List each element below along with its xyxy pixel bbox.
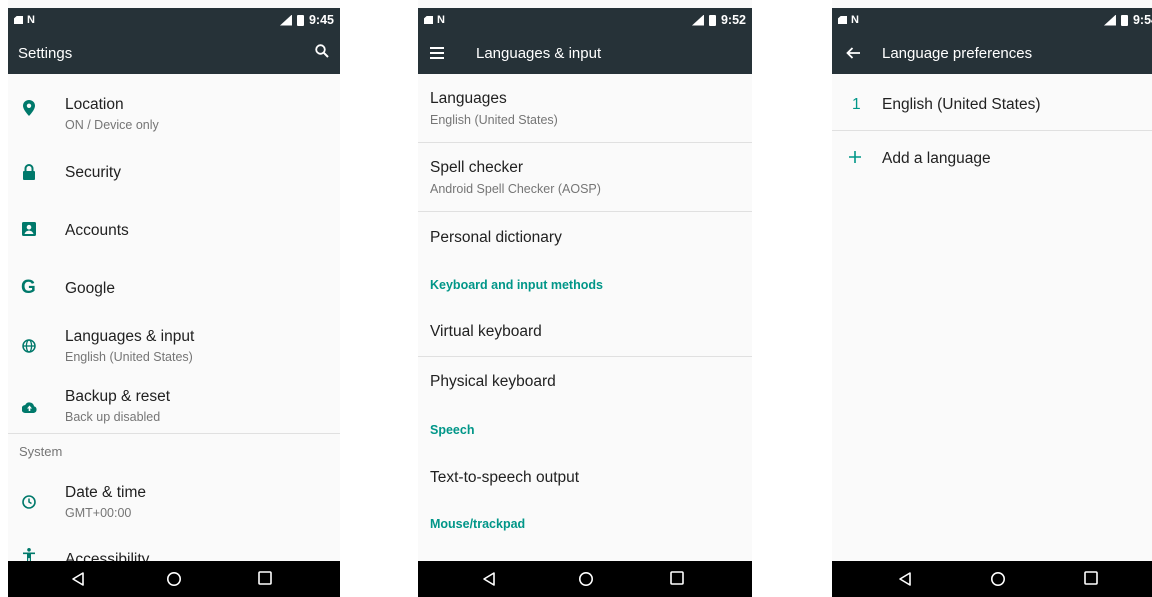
home-nav-icon[interactable]: [578, 571, 594, 592]
pref-title: Virtual keyboard: [430, 323, 542, 340]
pref-title: Physical keyboard: [430, 373, 556, 390]
status-bar: N 9:45: [8, 8, 340, 34]
languages-input-screen: N 9:52 Languages & input Languages Engli…: [418, 0, 752, 597]
pref-languages[interactable]: Languages English (United States): [418, 74, 752, 142]
clock-time: 9:54: [1132, 13, 1152, 27]
page-title: Language preferences: [882, 45, 1033, 62]
settings-item-security[interactable]: Security: [8, 150, 340, 196]
battery-icon: [296, 14, 304, 26]
settings-screen: N 9:45 Settings Location ON / Device onl…: [8, 0, 340, 597]
navigation-bar: [8, 561, 340, 597]
globe-icon: [22, 339, 36, 358]
settings-item-languages-input[interactable]: Languages & input English (United States…: [8, 320, 340, 372]
settings-item-title: Languages & input: [65, 328, 195, 345]
navigation-bar: [418, 561, 752, 597]
lock-icon: [22, 164, 36, 185]
google-g-icon: G: [21, 277, 36, 298]
settings-item-location[interactable]: Location ON / Device only: [8, 88, 340, 140]
clock-icon: [22, 495, 36, 514]
sim-card-icon: [424, 16, 433, 24]
back-nav-icon[interactable]: [71, 571, 85, 592]
add-language-button[interactable]: Add a language: [832, 131, 1152, 183]
battery-icon: [708, 14, 716, 26]
status-bar: N 9:54: [832, 8, 1152, 34]
back-arrow-icon[interactable]: [846, 46, 860, 64]
recents-nav-icon[interactable]: [1084, 571, 1098, 590]
clock-time: 9:52: [720, 13, 746, 27]
keyboard-section-header: Keyboard and input methods: [430, 278, 603, 292]
settings-item-subtitle: English (United States): [65, 350, 193, 364]
settings-item-title: Location: [65, 96, 124, 113]
page-title: Settings: [18, 45, 73, 62]
mouse-section-header: Mouse/trackpad: [430, 517, 526, 531]
settings-item-accessibility[interactable]: Accessibility: [8, 546, 340, 561]
sim-card-icon: [838, 16, 847, 24]
settings-list: Location ON / Device only Security Accou…: [8, 74, 340, 561]
status-bar: N 9:52: [418, 8, 752, 34]
cloud-upload-icon: [21, 400, 37, 418]
divider: [8, 433, 340, 434]
settings-item-title: Security: [65, 164, 121, 181]
page-title: Languages & input: [476, 45, 602, 62]
signal-icon: [691, 14, 704, 26]
languages-input-list: Languages English (United States) Spell …: [418, 74, 752, 561]
settings-item-backup-reset[interactable]: Backup & reset Back up disabled: [8, 380, 340, 432]
recents-nav-icon[interactable]: [670, 571, 684, 590]
settings-item-title: Google: [65, 280, 115, 297]
language-name: English (United States): [882, 96, 1041, 113]
location-pin-icon: [22, 100, 36, 121]
system-section-header: System: [19, 444, 63, 459]
pref-title: Languages: [430, 90, 507, 107]
settings-item-title: Accessibility: [65, 551, 150, 561]
pref-subtitle: Android Spell Checker (AOSP): [430, 182, 601, 196]
settings-item-subtitle: ON / Device only: [65, 118, 159, 132]
accessibility-icon: [22, 548, 36, 561]
pref-text-to-speech[interactable]: Text-to-speech output: [418, 452, 752, 502]
navigation-bar: [832, 561, 1152, 597]
back-nav-icon[interactable]: [898, 571, 912, 592]
nfc-icon: N: [851, 14, 859, 26]
home-nav-icon[interactable]: [166, 571, 182, 592]
search-icon[interactable]: [314, 43, 330, 64]
plus-icon: [849, 150, 861, 168]
language-index: 1: [852, 96, 861, 113]
signal-icon: [279, 14, 292, 26]
home-nav-icon[interactable]: [990, 571, 1006, 592]
toolbar: Languages & input: [418, 34, 752, 74]
pref-virtual-keyboard[interactable]: Virtual keyboard: [418, 306, 752, 356]
account-box-icon: [22, 222, 36, 241]
pref-personal-dictionary[interactable]: Personal dictionary: [418, 212, 752, 264]
language-item[interactable]: 1 English (United States): [832, 74, 1152, 130]
toolbar: Settings: [8, 34, 340, 74]
pref-subtitle: English (United States): [430, 113, 558, 127]
settings-item-title: Accounts: [65, 222, 129, 239]
pref-title: Spell checker: [430, 159, 524, 176]
recents-nav-icon[interactable]: [258, 571, 272, 590]
pref-title: Personal dictionary: [430, 229, 562, 246]
language-list: 1 English (United States) Add a language: [832, 74, 1152, 561]
pref-title: Text-to-speech output: [430, 469, 580, 486]
toolbar: Language preferences: [832, 34, 1152, 74]
speech-section-header: Speech: [430, 423, 475, 437]
back-nav-icon[interactable]: [482, 571, 496, 592]
settings-item-google[interactable]: G Google: [8, 266, 340, 312]
sim-card-icon: [14, 16, 23, 24]
add-language-label: Add a language: [882, 150, 991, 167]
language-preferences-screen: N 9:54 Language preferences 1 English (U…: [832, 0, 1152, 597]
settings-item-title: Date & time: [65, 484, 146, 501]
nfc-icon: N: [27, 14, 35, 26]
pref-spell-checker[interactable]: Spell checker Android Spell Checker (AOS…: [418, 143, 752, 211]
settings-item-date-time[interactable]: Date & time GMT+00:00: [8, 476, 340, 528]
settings-item-accounts[interactable]: Accounts: [8, 208, 340, 254]
signal-icon: [1103, 14, 1116, 26]
menu-icon[interactable]: [430, 46, 444, 64]
clock-time: 9:45: [308, 13, 334, 27]
settings-item-title: Backup & reset: [65, 388, 171, 405]
pref-physical-keyboard[interactable]: Physical keyboard: [418, 357, 752, 405]
settings-item-subtitle: Back up disabled: [65, 410, 161, 424]
nfc-icon: N: [437, 14, 445, 26]
settings-item-subtitle: GMT+00:00: [65, 506, 132, 520]
battery-icon: [1120, 14, 1128, 26]
